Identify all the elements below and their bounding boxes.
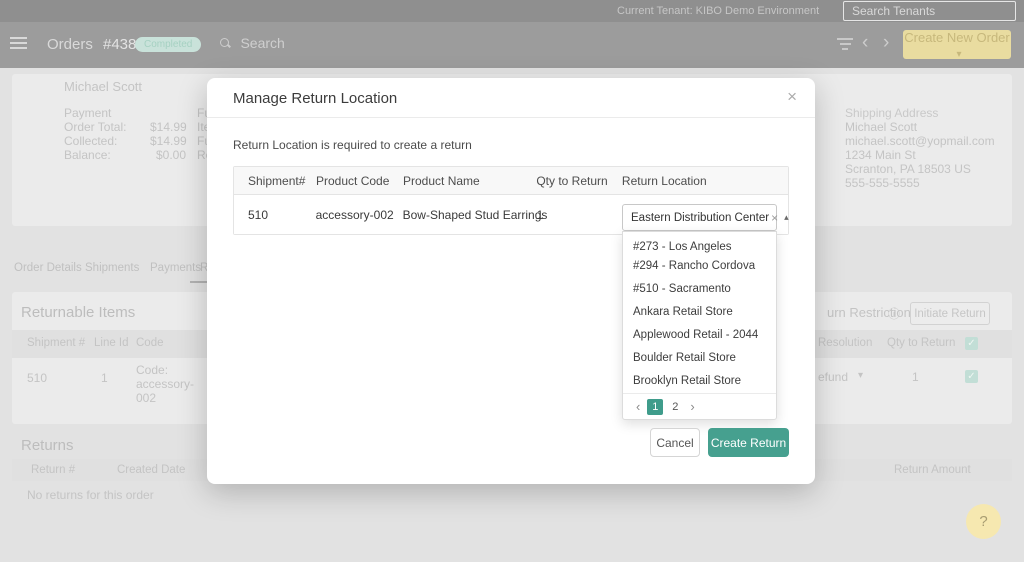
pagination-page-1[interactable]: 1 — [647, 399, 663, 415]
dropdown-option[interactable]: #510 - Sacramento — [623, 278, 776, 301]
returns-heading: Returns — [21, 437, 74, 454]
payment-row-value: $0.00 — [156, 148, 186, 162]
row-checkbox[interactable]: ✓ — [965, 370, 978, 383]
row-qty: 1 — [912, 370, 919, 384]
close-icon[interactable]: × — [787, 87, 797, 107]
dropdown-option[interactable]: #294 - Rancho Cordova — [623, 255, 776, 278]
search-tenants-input[interactable] — [843, 1, 1016, 21]
th-return-location: Return Location — [608, 167, 788, 194]
manage-return-location-modal: Manage Return Location × Return Location… — [207, 78, 815, 484]
active-tab-indicator — [190, 281, 207, 283]
th-product-code: Product Code — [302, 167, 389, 194]
row-shipment: 510 — [27, 371, 47, 385]
row-line-id: 1 — [101, 371, 108, 385]
th-shipment: Shipment# — [234, 167, 302, 194]
cell-shipment: 510 — [234, 195, 302, 234]
payment-row-value: $14.99 — [150, 134, 187, 148]
select-all-checkbox[interactable]: ✓ — [965, 337, 978, 350]
dropdown-option[interactable]: Boulder Retail Store — [623, 347, 776, 370]
order-number: #438 — [103, 36, 136, 53]
dropdown-option[interactable]: Applewood Retail - 2044 — [623, 324, 776, 347]
page-title: Orders — [47, 36, 93, 53]
th-qty-to-return: Qty to Return — [522, 167, 608, 194]
dropdown-option[interactable]: Brooklyn Retail Store — [623, 370, 776, 393]
hamburger-menu-icon[interactable] — [10, 37, 27, 51]
payment-row-label: Order Total: — [64, 120, 126, 134]
returns-col-return-number: Return # — [31, 464, 75, 476]
caret-down-icon: ▾ — [956, 49, 961, 60]
cell-qty: 1 — [523, 195, 609, 234]
tab-payments[interactable]: Payments — [150, 262, 201, 274]
payment-row-label: Balance: — [64, 148, 111, 162]
app-window: Current Tenant: KIBO Demo Environment Or… — [0, 0, 1024, 562]
create-new-order-button[interactable]: Create New Order ▾ — [903, 30, 1011, 59]
pagination-prev-icon[interactable]: ‹ — [631, 399, 645, 414]
return-location-dropdown: #273 - Los Angeles #294 - Rancho Cordova… — [622, 231, 777, 420]
shipping-address-line: michael.scott@yopmail.com — [845, 134, 995, 148]
col-header-line-id: Line Id — [94, 337, 129, 349]
modal-title: Manage Return Location — [233, 90, 397, 107]
help-button[interactable]: ? — [966, 504, 1001, 539]
th-product-name: Product Name — [389, 167, 522, 194]
customer-name-link[interactable]: Michael Scott — [64, 79, 142, 94]
row-code: Code: accessory-002 — [136, 363, 208, 405]
returns-empty-text: No returns for this order — [27, 488, 154, 502]
shipping-address-line: 1234 Main St — [845, 148, 916, 162]
returns-col-return-amount: Return Amount — [894, 464, 971, 476]
filter-icon[interactable] — [837, 38, 853, 53]
modal-header: Manage Return Location × — [207, 78, 815, 118]
chevron-left-icon[interactable]: ‹ — [862, 32, 868, 54]
payment-row-value: $14.99 — [150, 120, 187, 134]
dropdown-option[interactable]: #273 - Los Angeles — [623, 232, 776, 255]
tab-order-details[interactable]: Order Details — [14, 262, 82, 274]
col-header-qty-to-return: Qty to Return — [887, 337, 955, 349]
pagination-next-icon[interactable]: › — [685, 399, 699, 414]
returns-col-created-date: Created Date — [117, 464, 185, 476]
col-header-shipment: Shipment # — [27, 337, 85, 349]
order-status-badge: Completed — [135, 37, 201, 52]
caret-up-icon: ▴ — [784, 212, 789, 223]
current-tenant-label: Current Tenant: KIBO Demo Environment — [617, 5, 819, 17]
return-location-value: Eastern Distribution Center — [631, 212, 769, 224]
modal-note: Return Location is required to create a … — [233, 138, 472, 152]
nav-search-placeholder: Search — [240, 35, 284, 51]
chevron-right-icon[interactable]: › — [883, 32, 889, 54]
tenant-bar: Current Tenant: KIBO Demo Environment — [0, 0, 1024, 22]
initiate-return-button[interactable]: Initiate Return — [910, 302, 990, 325]
search-icon — [220, 38, 230, 48]
shipping-address-line: 555-555-5555 — [845, 176, 920, 190]
return-location-select[interactable]: Eastern Distribution Center × ▴ — [622, 204, 777, 231]
create-new-order-label: Create New Order — [904, 30, 1009, 45]
shipping-address-line: Michael Scott — [845, 120, 917, 134]
col-header-resolution: Resolution — [818, 337, 872, 349]
row-resolution-select[interactable]: efund — [818, 370, 848, 384]
pagination-page-2[interactable]: 2 — [667, 399, 683, 415]
cell-product-name: Bow-Shaped Stud Earrings — [389, 195, 523, 234]
shipping-address-heading: Shipping Address — [845, 106, 938, 120]
clear-icon[interactable]: × — [771, 211, 778, 225]
cancel-button[interactable]: Cancel — [650, 428, 700, 457]
dropdown-option[interactable]: Ankara Retail Store — [623, 301, 776, 324]
dropdown-pagination: ‹ 1 2 › — [623, 393, 776, 419]
col-header-code: Code — [136, 337, 164, 349]
table-header-row: Shipment# Product Code Product Name Qty … — [234, 167, 788, 195]
tab-shipments[interactable]: Shipments — [85, 262, 139, 274]
shipping-address-line: Scranton, PA 18503 US — [845, 162, 971, 176]
cell-product-code: accessory-002 — [302, 195, 389, 234]
create-return-button[interactable]: Create Return — [708, 428, 789, 457]
caret-down-icon: ▾ — [858, 370, 863, 381]
nav-search-field[interactable]: Search — [220, 35, 400, 55]
returnable-items-heading: Returnable Items — [21, 304, 135, 321]
payment-row-label: Collected: — [64, 134, 117, 148]
navbar: Orders #438 Completed Search ‹ › Create … — [0, 22, 1024, 68]
payment-heading: Payment — [64, 106, 111, 120]
info-icon[interactable]: ⓘ — [888, 305, 900, 322]
